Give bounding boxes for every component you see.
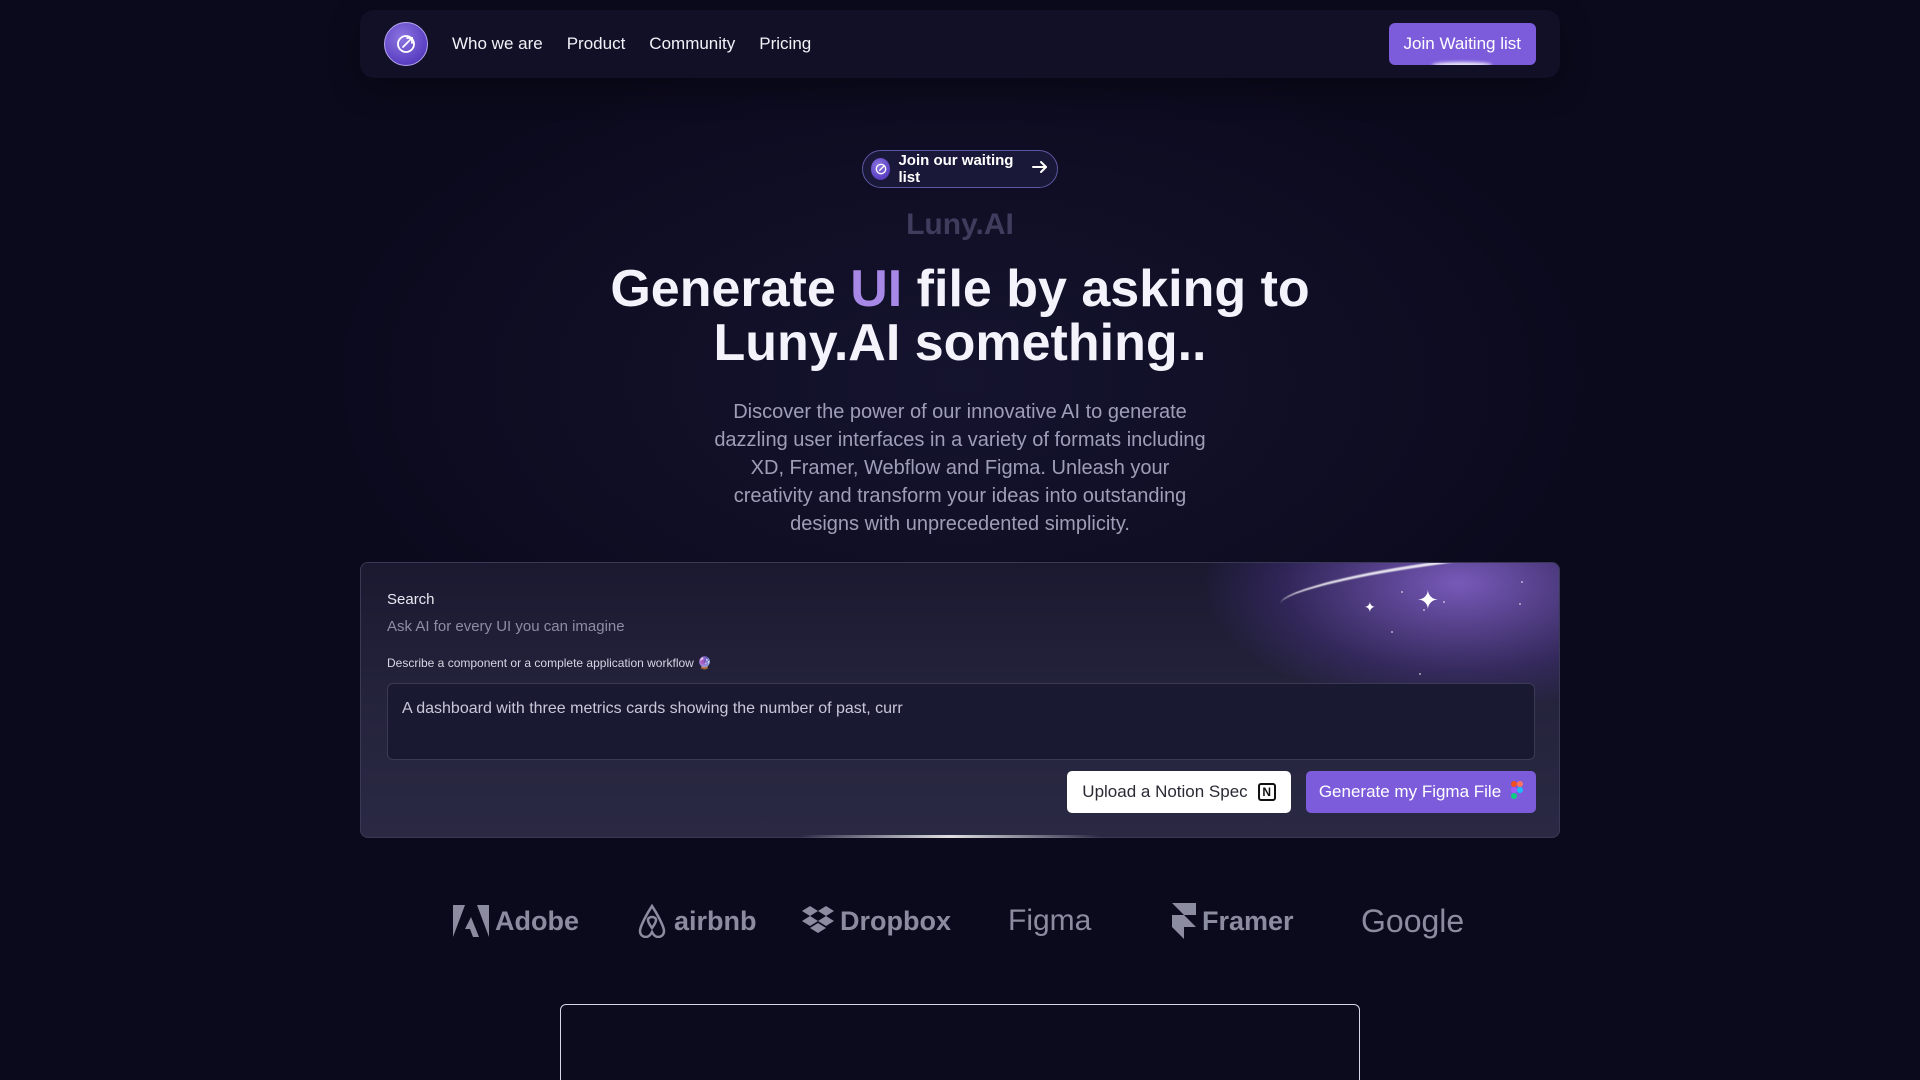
- nav-link-product[interactable]: Product: [567, 34, 626, 54]
- nav-link-community[interactable]: Community: [649, 34, 735, 54]
- partner-logos: Adobe airbnb Dropbox Figma Framer Google: [0, 900, 1920, 942]
- star-dot: [1521, 581, 1523, 583]
- framer-logo: Framer: [1172, 900, 1294, 942]
- dropbox-icon: [802, 906, 834, 933]
- figma-icon: [1511, 780, 1524, 804]
- upload-notion-spec-button[interactable]: Upload a Notion Spec N: [1067, 771, 1291, 813]
- star-dot: [1419, 673, 1421, 675]
- search-subtitle: Ask AI for every UI you can imagine: [387, 618, 625, 635]
- sparkle-small-icon: ✦: [1364, 599, 1376, 615]
- airbnb-wordmark: airbnb: [674, 905, 757, 936]
- search-title: Search: [387, 591, 435, 608]
- nav-links: Who we are Product Community Pricing: [452, 34, 811, 54]
- adobe-icon: [453, 905, 489, 937]
- hero-description: Discover the power of our innovative AI …: [714, 401, 1206, 535]
- search-hint: Describe a component or a complete appli…: [387, 656, 713, 670]
- nav-link-who-we-are[interactable]: Who we are: [452, 34, 543, 54]
- hero-headline: Generate UI file by asking to Luny.AI so…: [560, 262, 1360, 370]
- adobe-wordmark: Adobe: [495, 905, 579, 936]
- headline-accent: UI: [850, 260, 903, 318]
- figma-wordmark: Figma: [1008, 904, 1092, 937]
- luny-logo-icon: [871, 158, 891, 180]
- star-dot: [1391, 631, 1393, 633]
- generate-figma-file-label: Generate my Figma File: [1318, 782, 1502, 801]
- luny-logo-icon[interactable]: [384, 22, 428, 66]
- adobe-logo: Adobe: [453, 900, 579, 942]
- prompt-input[interactable]: A dashboard with three metrics cards sho…: [387, 683, 1535, 760]
- sparkle-icon: ✦: [1417, 585, 1439, 615]
- card-bottom-glow: [800, 835, 1100, 838]
- star-dot: [1519, 603, 1521, 605]
- arrow-right-icon: [1031, 158, 1049, 181]
- star-dot: [1401, 591, 1403, 593]
- framer-wordmark: Framer: [1202, 905, 1294, 936]
- google-logo: Google: [1361, 900, 1464, 942]
- generate-figma-file-button[interactable]: Generate my Figma File: [1306, 771, 1536, 813]
- nav-link-pricing[interactable]: Pricing: [759, 34, 811, 54]
- airbnb-icon: [638, 904, 666, 938]
- preview-frame: [560, 1004, 1360, 1080]
- star-dot: [1423, 609, 1425, 611]
- framer-icon: [1172, 903, 1196, 939]
- dropbox-logo: Dropbox: [802, 900, 951, 942]
- brand-name: Luny.AI: [906, 208, 1014, 241]
- dropbox-wordmark: Dropbox: [840, 905, 951, 936]
- upload-notion-spec-label: Upload a Notion Spec: [1082, 782, 1248, 801]
- airbnb-logo: airbnb: [636, 900, 757, 942]
- figma-logo: Figma: [1008, 900, 1091, 942]
- star-dot: [1443, 601, 1445, 603]
- notion-icon: N: [1257, 783, 1276, 801]
- headline-start: Generate: [610, 260, 851, 318]
- pill-label: Join our waiting list: [898, 152, 1014, 186]
- top-navbar: Who we are Product Community Pricing Joi…: [360, 10, 1560, 78]
- search-card: ✦ ✦ Search Ask AI for every UI you can i…: [360, 562, 1560, 838]
- google-wordmark: Google: [1361, 902, 1465, 939]
- waiting-list-pill[interactable]: Join our waiting list: [862, 150, 1058, 188]
- join-waiting-list-button[interactable]: Join Waiting list: [1388, 23, 1536, 65]
